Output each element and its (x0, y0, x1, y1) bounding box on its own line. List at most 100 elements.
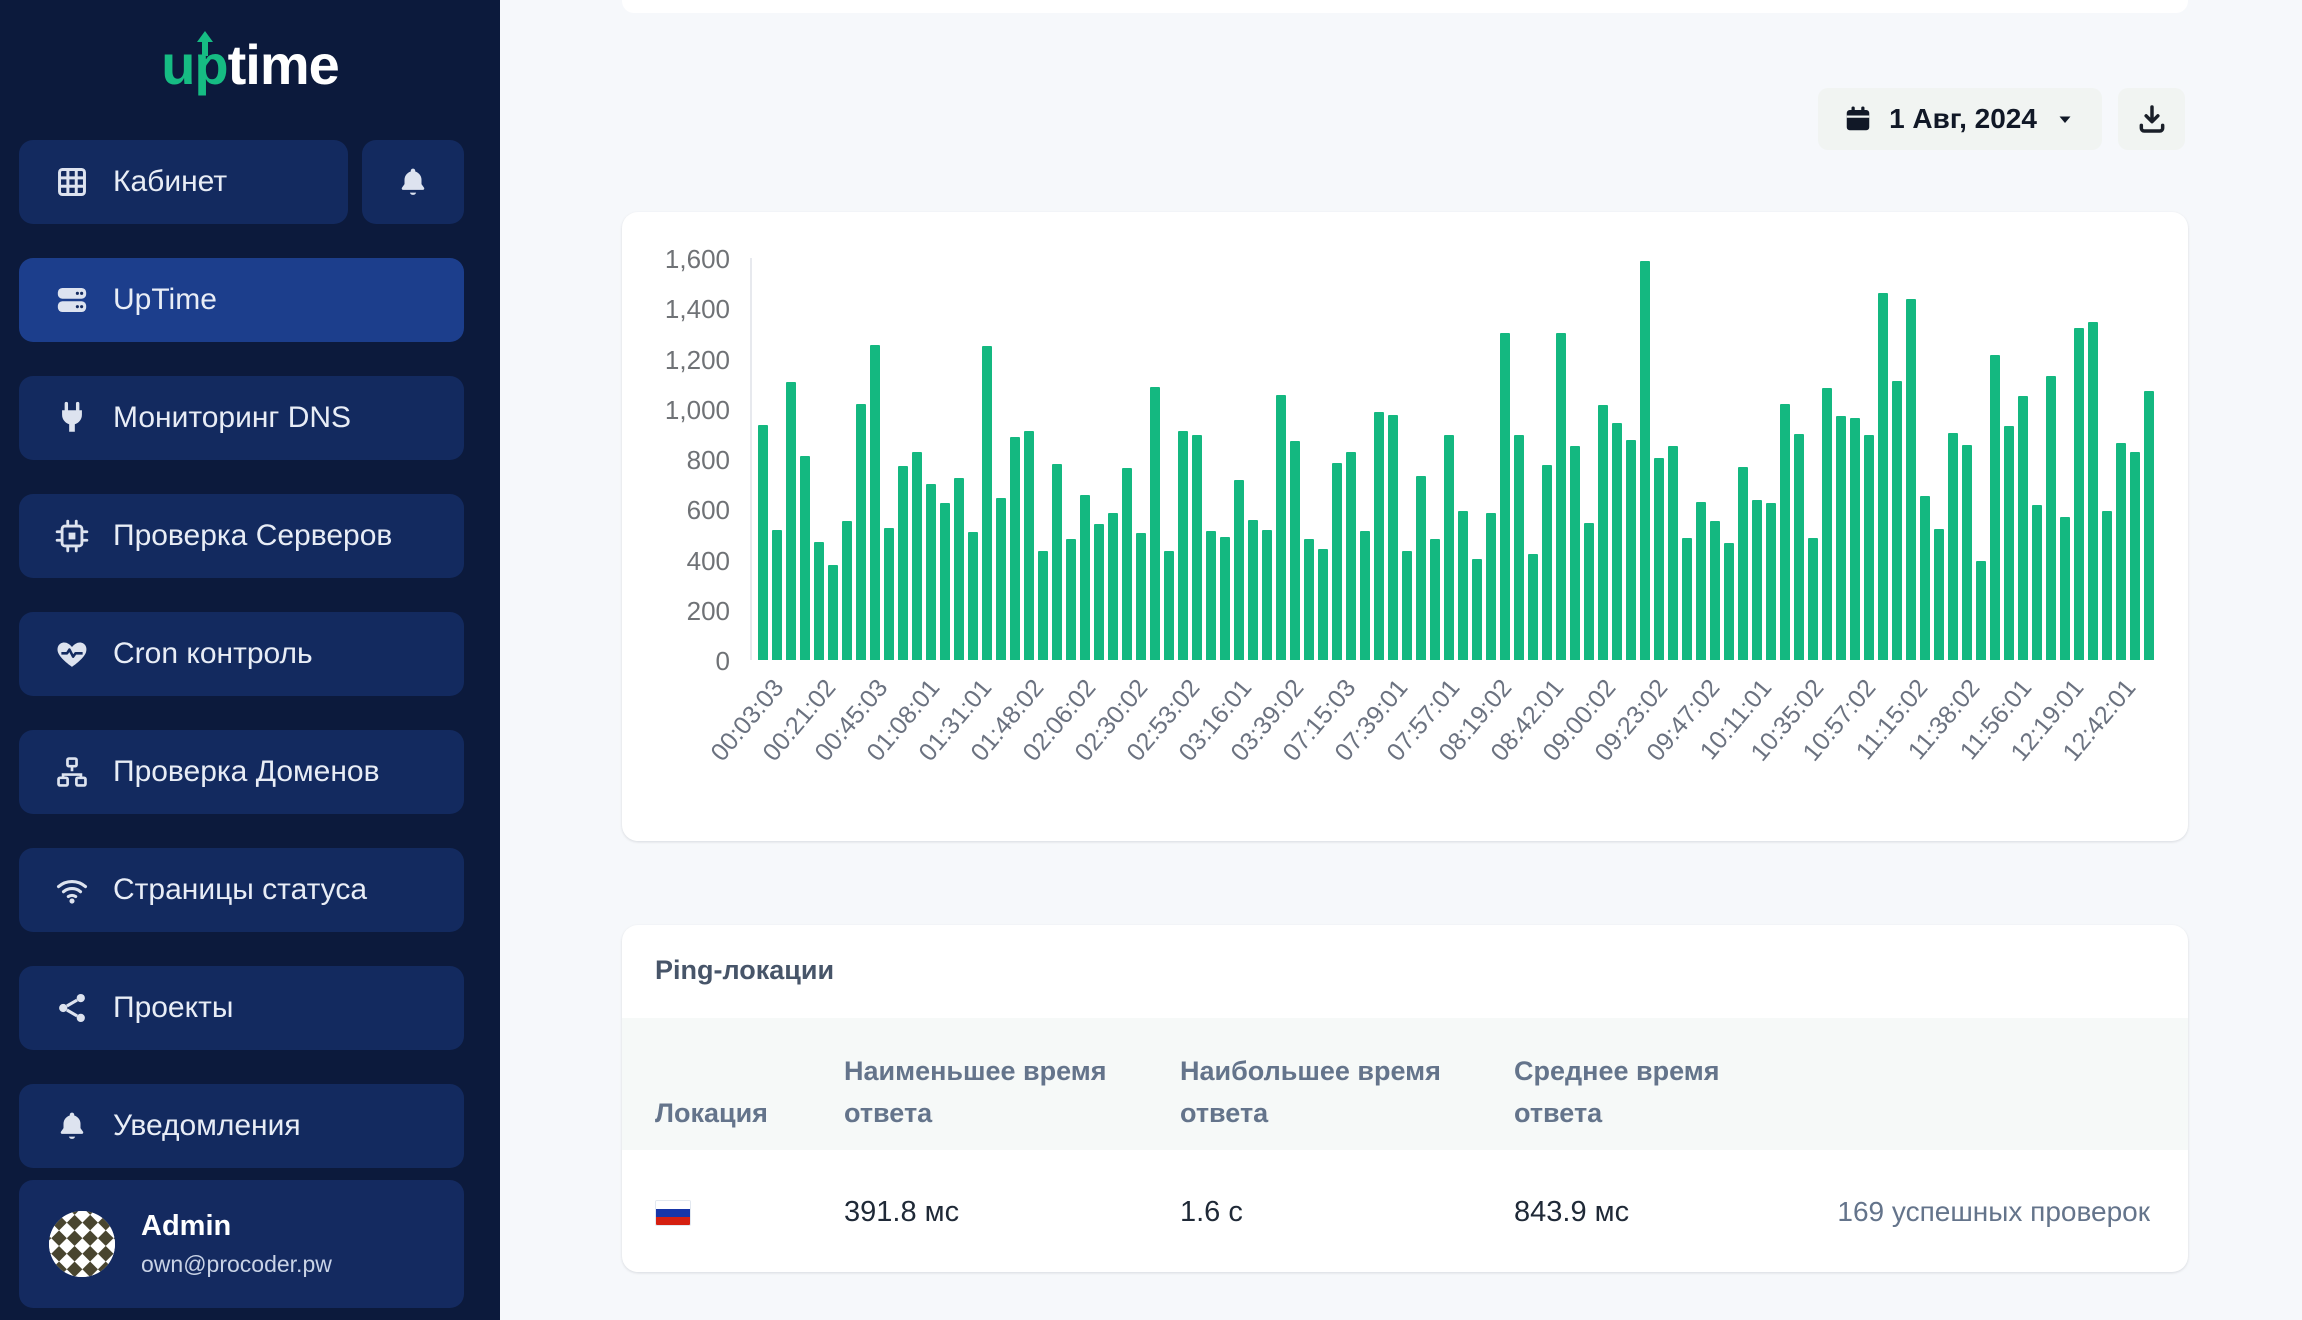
sidebar-item-мониторинг-dns[interactable]: Мониторинг DNS (19, 376, 464, 460)
sidebar-item-проекты[interactable]: Проекты (19, 966, 464, 1050)
chart-bar (1710, 521, 1720, 660)
column-header-avg-response: Среднее время ответа (1514, 1050, 1794, 1134)
chart-bar (1374, 412, 1384, 660)
y-axis-tick-label: 0 (622, 646, 730, 677)
sidebar-item-label: Уведомления (113, 1109, 301, 1143)
chart-bar (1052, 464, 1062, 660)
chart-bar (1500, 333, 1510, 660)
chart-bar (1990, 355, 2000, 660)
sidebar-item-cron-контроль[interactable]: Cron контроль (19, 612, 464, 696)
sidebar-item-label: Кабинет (113, 165, 227, 199)
y-axis-tick-label: 1,600 (622, 244, 730, 275)
y-axis-tick-label: 1,400 (622, 294, 730, 325)
chart-bar (1164, 551, 1174, 660)
chart-bar (1822, 388, 1832, 660)
server-icon (55, 283, 89, 317)
chart-bar (2088, 322, 2098, 660)
chart-bar (800, 456, 810, 660)
chart-bar (1780, 404, 1790, 660)
sidebar-item-кабинет[interactable]: Кабинет (19, 140, 348, 224)
sidebar-nav: Кабинет UpTime Мониторинг DNS Проверка Серв… (19, 140, 464, 1202)
chart-bar (1192, 435, 1202, 660)
chart-bar (1178, 431, 1188, 660)
heart-pulse-icon (55, 637, 89, 671)
chart-bar (1080, 495, 1090, 660)
sidebar-item-label: Cron контроль (113, 637, 313, 671)
download-button[interactable] (2118, 88, 2185, 150)
user-email: own@procoder.pw (141, 1251, 332, 1278)
chart-bar (1038, 551, 1048, 660)
chart-bar (2060, 517, 2070, 660)
user-card[interactable]: Admin own@procoder.pw (19, 1180, 464, 1308)
chart-bar (1570, 446, 1580, 660)
chart-bar (1304, 539, 1314, 660)
chart-bar (968, 532, 978, 660)
chart-bar (1542, 465, 1552, 660)
bell-icon (55, 1109, 89, 1143)
user-name: Admin (141, 1210, 332, 1243)
y-axis-tick-label: 400 (622, 546, 730, 577)
chart-bar (996, 498, 1006, 660)
bell-icon (396, 165, 430, 199)
sidebar-item-label: Проверка Серверов (113, 519, 392, 553)
scrolled-card-edge (622, 0, 2188, 13)
response-time-chart-card: 02004006008001,0001,2001,4001,600 00:03:… (622, 212, 2188, 841)
chart-bar (1262, 530, 1272, 660)
chart-bar (898, 466, 908, 660)
chart-bar (1206, 531, 1216, 660)
chart-bar (1108, 513, 1118, 660)
grid-icon (55, 165, 89, 199)
chart-bar (912, 452, 922, 660)
up-down-arrow-icon (190, 16, 220, 81)
chart-bar (982, 346, 992, 660)
sidebar-item-uptime[interactable]: UpTime (19, 258, 464, 342)
chart-bar (1668, 446, 1678, 660)
chart-bar (1948, 433, 1958, 660)
chart-bar (1458, 511, 1468, 660)
chart-bar (1150, 387, 1160, 660)
chart-bar (884, 528, 894, 660)
chart-bar (2102, 511, 2112, 660)
chart-bar (1626, 440, 1636, 660)
chart-bar (1010, 437, 1020, 660)
logo-text-time: time (228, 32, 339, 97)
chart-bar (1416, 476, 1426, 660)
chart-bar (786, 382, 796, 660)
chart-bar (954, 478, 964, 660)
download-icon (2136, 103, 2168, 135)
chart-bar (1514, 435, 1524, 660)
chart-bar (1136, 533, 1146, 660)
chart-bar (1360, 531, 1370, 660)
flag-stripe (656, 1217, 690, 1225)
chart-bar (1094, 524, 1104, 660)
sidebar-item-проверка-доменов[interactable]: Проверка Доменов (19, 730, 464, 814)
chart-bar (1528, 554, 1538, 660)
sidebar-item-уведомления[interactable]: Уведомления (19, 1084, 464, 1168)
chart-bar (1962, 445, 1972, 660)
sidebar-item-страницы-статуса[interactable]: Страницы статуса (19, 848, 464, 932)
y-axis-tick-label: 600 (622, 495, 730, 526)
chart-x-axis: 00:03:0300:21:0200:45:0301:08:0101:31:01… (750, 674, 2154, 804)
chart-bar (1892, 381, 1902, 660)
chart-bar (1696, 502, 1706, 660)
chart-bar (1332, 463, 1342, 660)
notifications-bell-button[interactable] (362, 140, 464, 224)
date-picker-button[interactable]: 1 Авг, 2024 (1818, 88, 2102, 150)
sidebar-item-проверка-серверов[interactable]: Проверка Серверов (19, 494, 464, 578)
wifi-icon (55, 873, 89, 907)
chart-bar (1472, 559, 1482, 660)
chart-bar (2032, 505, 2042, 660)
chart-bar (1724, 543, 1734, 660)
chart-bar (870, 345, 880, 660)
chart-bar (1752, 500, 1762, 660)
chart-bar (1430, 539, 1440, 660)
chart-bar (772, 530, 782, 660)
chart-bar (1248, 520, 1258, 660)
chart-bar (842, 521, 852, 660)
chart-bar (1934, 529, 1944, 660)
chart-bar (1976, 561, 1986, 660)
chart-bar (1738, 467, 1748, 660)
chart-bar (940, 503, 950, 660)
chart-bar (856, 404, 866, 660)
chart-bar (758, 425, 768, 660)
